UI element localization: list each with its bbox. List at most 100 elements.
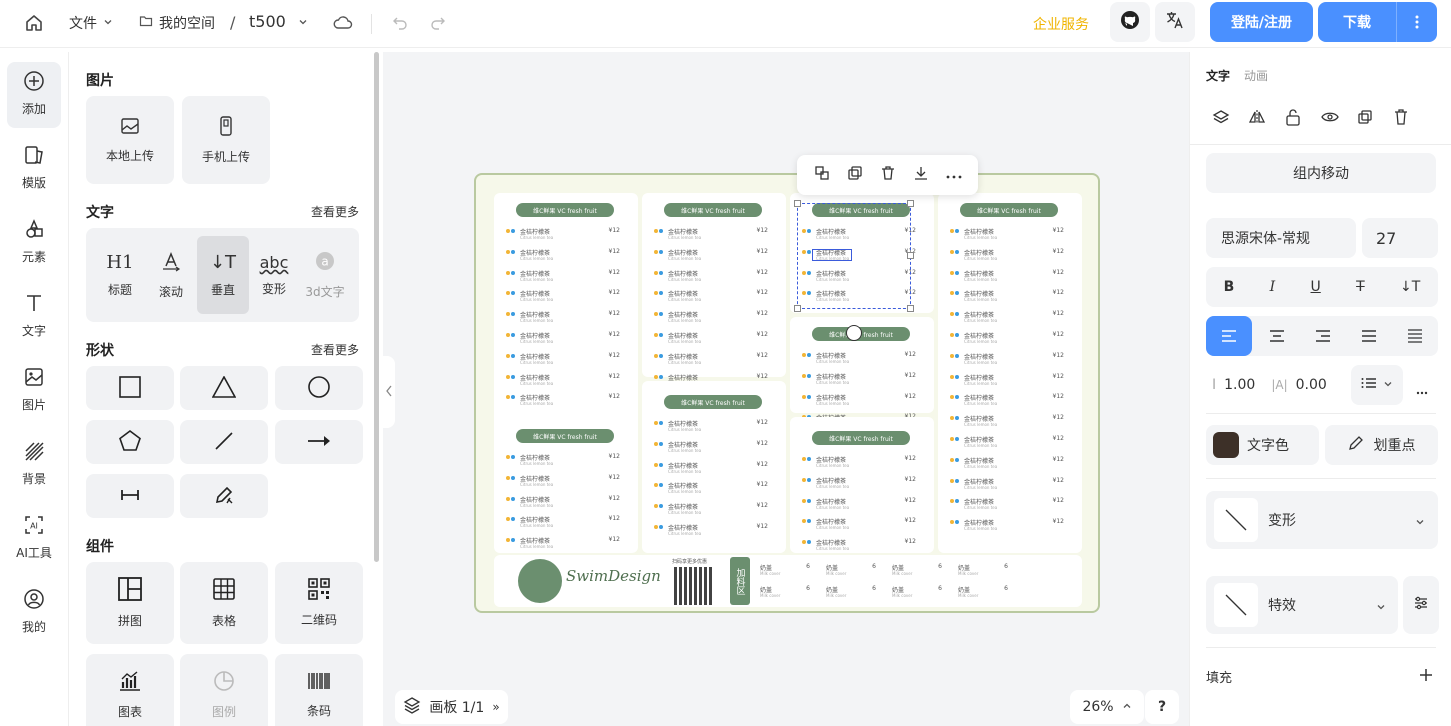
nav-add[interactable]: 添加 [7,62,61,128]
nav-ai-tools[interactable]: AI AI工具 [7,506,61,572]
text-scroll-item[interactable]: 滚动 [145,236,197,314]
move-in-group-button[interactable]: 组内移动 [1206,153,1436,193]
redo-icon[interactable] [430,15,446,35]
trash-icon[interactable] [1393,108,1409,130]
font-size-input[interactable]: 27 [1362,218,1438,258]
rotate-handle-icon[interactable] [846,325,862,341]
highlight-button[interactable]: 划重点 [1325,425,1438,465]
align-center-icon[interactable] [1269,329,1285,347]
text-color-button[interactable]: 文字色 [1206,425,1319,465]
menu-card[interactable]: 维C鲜果 VC fresh fruit金桔柠檬茶Citrus lemon tea… [938,193,1082,553]
list-style-select[interactable] [1351,365,1403,405]
home-icon[interactable] [24,13,44,33]
login-register-button[interactable]: 登陆/注册 [1210,2,1313,42]
nav-text[interactable]: 文字 [7,284,61,350]
flip-icon[interactable] [1248,109,1266,129]
effect-settings-button[interactable] [1403,576,1439,634]
resize-handle[interactable] [907,252,914,259]
tab-text[interactable]: 文字 [1206,67,1230,84]
more-horizontal-icon[interactable] [946,167,962,183]
shape-line[interactable] [180,420,268,464]
text-heading-item[interactable]: H1 标题 [94,236,146,314]
language-button[interactable] [1155,2,1195,42]
component-collage[interactable]: 拼图 [86,562,174,644]
shape-pen[interactable] [180,474,268,518]
shape-circle[interactable] [275,366,363,410]
vertical-text-icon[interactable]: ↓T [1400,279,1420,295]
eye-icon[interactable] [1321,111,1339,127]
board-pager[interactable]: 画板 1/1 » [395,690,508,724]
nav-image[interactable]: 图片 [7,358,61,424]
component-chart[interactable]: 图表 [86,654,174,726]
tab-animation[interactable]: 动画 [1244,67,1268,84]
file-menu[interactable]: 文件 [69,13,113,33]
group-icon[interactable] [814,165,830,185]
layers-icon[interactable] [1212,109,1230,129]
component-legend[interactable]: 图例 [180,654,268,726]
resize-handle[interactable] [794,305,801,312]
collapse-panel-button[interactable] [383,356,395,428]
3d-text-label: 3d文字 [305,285,345,299]
github-button[interactable] [1110,2,1150,42]
font-family-select[interactable]: 思源宋体-常规 [1206,218,1356,258]
nav-elements[interactable]: 元素 [7,210,61,276]
item-price: ¥12 [1052,476,1064,484]
component-qrcode[interactable]: 二维码 [275,562,363,644]
align-right-icon[interactable] [1315,329,1331,347]
shape-pentagon[interactable] [86,420,174,464]
nav-background[interactable]: 背景 [7,432,61,498]
line-height-control[interactable]: Ⅰ 1.00 |A| 0.00 [1206,365,1346,405]
resize-handle[interactable] [794,200,801,207]
component-barcode[interactable]: 条码 [275,654,363,726]
shapes-more-link[interactable]: 查看更多 [311,341,359,358]
underline-icon[interactable]: U [1311,279,1321,295]
bold-icon[interactable]: B [1224,279,1235,295]
more-options-icon[interactable] [1397,2,1437,42]
download-icon[interactable] [913,165,929,185]
undo-icon[interactable] [392,15,408,35]
shape-arrow[interactable] [275,420,363,464]
shape-triangle[interactable] [180,366,268,410]
text-transform-item[interactable]: abc 变形 [248,236,300,314]
text-vertical-item[interactable]: ↓T 垂直 [197,236,249,314]
component-table[interactable]: 表格 [180,562,268,644]
italic-icon[interactable]: I [1270,279,1276,295]
unlock-icon[interactable] [1285,108,1301,130]
phone-upload-card[interactable]: 手机上传 [182,96,270,184]
add-fill-icon[interactable] [1419,668,1433,686]
align-justify-icon[interactable] [1361,329,1377,347]
duplicate-icon[interactable] [1357,109,1373,129]
shape-dimension[interactable] [86,474,174,518]
bullet-dots [802,498,812,503]
copy-icon[interactable] [847,165,863,185]
shape-square[interactable] [86,366,174,410]
menu-card[interactable]: 维C鲜果 VC fresh fruit金桔柠檬茶Citrus lemon tea… [790,417,934,553]
menu-card[interactable]: 维C鲜果 VC fresh fruit金桔柠檬茶Citrus lemon tea… [494,193,638,553]
zoom-control[interactable]: 26% [1070,690,1144,724]
resize-handle[interactable] [907,200,914,207]
download-button[interactable]: 下载 [1318,2,1396,42]
nav-template[interactable]: 模版 [7,136,61,202]
transform-select[interactable]: 变形 [1206,491,1438,549]
cloud-sync-icon[interactable] [333,14,353,36]
text-more-link[interactable]: 查看更多 [311,203,359,220]
align-left-icon[interactable] [1206,316,1252,356]
enterprise-service-link[interactable]: 企业服务 [1033,14,1089,34]
align-distribute-icon[interactable] [1407,329,1423,347]
nav-mine[interactable]: 我的 [7,580,61,646]
local-upload-card[interactable]: 本地上传 [86,96,174,184]
menu-card[interactable]: 维C鲜果 VC fresh fruit金桔柠檬茶Citrus lemon tea… [790,317,934,426]
more-horizontal-icon[interactable] [1416,383,1428,399]
effect-select[interactable]: 特效 [1206,576,1398,634]
resize-handle[interactable] [907,305,914,312]
artboard[interactable]: 维C鲜果 VC fresh fruit 金桔柠檬茶 Citrus lemon tea… [474,173,1100,613]
strikethrough-icon[interactable]: T [1356,279,1365,295]
text-3d-item[interactable]: a 3d文字 [299,236,351,314]
help-button[interactable]: ? [1145,690,1179,724]
panel-scrollbar[interactable] [374,52,379,562]
trash-icon[interactable] [880,165,896,185]
my-space-link[interactable]: 我的空间 [139,13,215,33]
menu-card[interactable]: 维C鲜果 VC fresh fruit金桔柠檬茶Citrus lemon tea… [642,193,786,386]
menu-card[interactable]: 维C鲜果 VC fresh fruit金桔柠檬茶Citrus lemon tea… [642,381,786,553]
document-name[interactable]: t500 [249,12,308,31]
